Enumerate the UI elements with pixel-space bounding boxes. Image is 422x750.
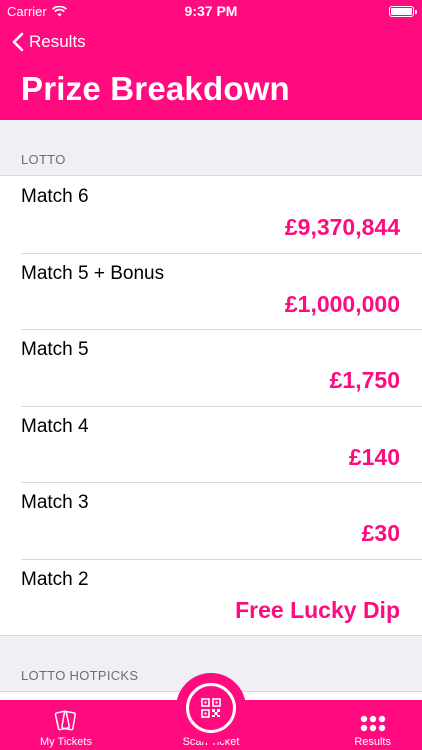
prize-tier-name: Match 5 + Bonus	[21, 262, 165, 284]
prize-row: Match 2 Free Lucky Dip	[0, 558, 422, 636]
prize-tier-name: Match 6	[21, 186, 89, 207]
prize-amount: £1,000,000	[284, 290, 400, 317]
chevron-left-icon	[12, 32, 24, 52]
prize-tier-name: Match 2	[21, 568, 89, 590]
section-header-lotto: LOTTO	[21, 152, 66, 167]
prize-amount: Free Lucky Dip	[235, 596, 400, 623]
section-header-lotto-hotpicks: LOTTO HOTPICKS	[21, 668, 139, 683]
tickets-icon	[54, 710, 76, 731]
back-button[interactable]: Results	[12, 32, 86, 52]
back-label: Results	[29, 32, 86, 51]
prize-row: Match 6 £9,370,844	[0, 176, 422, 253]
prize-row: Match 4 £140	[0, 405, 422, 483]
prize-row: Match 5 + Bonus £1,000,000	[0, 252, 422, 330]
prize-amount: £9,370,844	[284, 214, 400, 240]
prize-amount: £1,750	[329, 367, 400, 393]
navigation-header: Carrier 9:37 PM Results Prize Breakdown	[0, 0, 422, 120]
battery-icon	[389, 6, 417, 17]
prize-tier-name: Match 5	[21, 339, 89, 360]
status-bar: Carrier 9:37 PM	[0, 0, 422, 22]
prize-row: Match 3 £30	[0, 482, 422, 559]
status-time: 9:37 PM	[184, 3, 238, 19]
prize-tier-name: Match 4	[21, 415, 89, 437]
prize-row: Match 5 £1,750	[0, 329, 422, 406]
prize-amount: £30	[361, 520, 400, 546]
prize-tier-name: Match 3	[21, 492, 89, 513]
prize-list: Match 6 £9,370,844 Match 5 + Bonus £1,00…	[0, 175, 422, 636]
grid-dots-icon	[360, 715, 385, 732]
qr-code-icon	[201, 698, 221, 718]
page-title: Prize Breakdown	[21, 70, 290, 107]
scan-ticket-button[interactable]	[176, 673, 246, 743]
prize-amount: £140	[348, 443, 400, 470]
scan-ring	[186, 683, 236, 733]
